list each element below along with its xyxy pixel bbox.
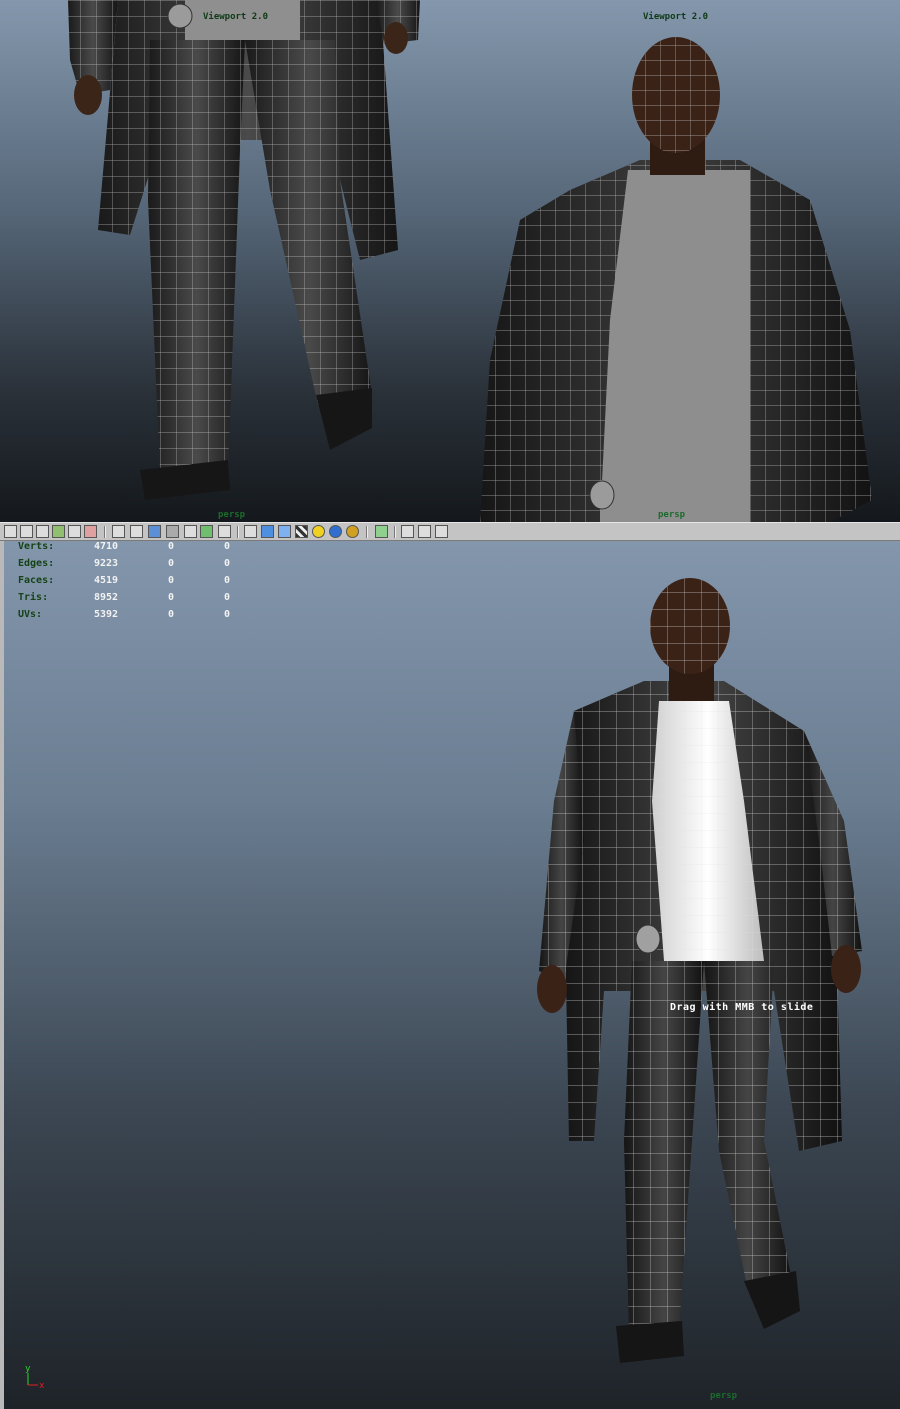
hud-label: Faces:: [18, 575, 55, 586]
hud-label: Tris:: [18, 592, 49, 603]
viewport-left[interactable]: Viewport 2.0 persp: [0, 0, 450, 522]
camera-name-label: persp: [658, 510, 686, 520]
select-camera-icon[interactable]: [4, 525, 17, 538]
character-upper-body-render: [480, 37, 872, 522]
hud-label: Verts:: [18, 541, 55, 552]
viewport-panel-toolbar: [0, 522, 900, 541]
use-lights-icon[interactable]: [200, 525, 213, 538]
hud-value-selected: 0: [168, 558, 175, 569]
hud-value-component: 0: [224, 558, 231, 569]
smooth-shade-icon[interactable]: [130, 525, 143, 538]
isolate-icon[interactable]: [244, 525, 257, 538]
two-pane-icon[interactable]: [401, 525, 414, 538]
checker-icon[interactable]: [295, 525, 308, 538]
toolbar-separator: [104, 526, 106, 538]
grid-icon[interactable]: [68, 525, 81, 538]
hud-value-component: 0: [224, 575, 231, 586]
hud-value-selected: 0: [168, 575, 175, 586]
share-icon[interactable]: [435, 525, 448, 538]
hud-value-component: 0: [224, 541, 231, 552]
image-plane-icon[interactable]: [52, 525, 65, 538]
ambient-occlusion-icon[interactable]: [346, 525, 359, 538]
viewport-renderer-label: Viewport 2.0: [643, 12, 709, 22]
four-pane-icon[interactable]: [418, 525, 431, 538]
hud-value-component: 0: [224, 609, 231, 620]
top-viewport-area: Viewport 2.0 persp Viewport 2.0 persp: [0, 0, 900, 522]
bookmark-icon[interactable]: [36, 525, 49, 538]
hud-value-selected: 0: [168, 609, 175, 620]
character-full-body-render: [537, 578, 862, 1363]
hud-value-object: 8952: [94, 592, 119, 603]
hud-value-object: 9223: [94, 558, 119, 569]
camera-attributes-icon[interactable]: [20, 525, 33, 538]
shadow-sphere-icon[interactable]: [329, 525, 342, 538]
cube-blue-icon[interactable]: [261, 525, 274, 538]
default-light-icon[interactable]: [312, 525, 325, 538]
select-region-icon[interactable]: [375, 525, 388, 538]
camera-name-label: persp: [710, 1391, 738, 1401]
toolbar-separator: [394, 526, 396, 538]
hud-value-selected: 0: [168, 592, 175, 603]
xray-icon[interactable]: [184, 525, 197, 538]
flat-shade-icon[interactable]: [166, 525, 179, 538]
hud-value-component: 0: [224, 592, 231, 603]
shade-all-icon[interactable]: [148, 525, 161, 538]
drag-hint-text: Drag with MMB to slide: [670, 1002, 814, 1013]
hud-value-object: 4519: [94, 575, 119, 586]
xform-icon[interactable]: [84, 525, 97, 538]
hud-value-object: 4710: [94, 541, 119, 552]
viewport-renderer-label: Viewport 2.0: [203, 12, 269, 22]
viewport-main[interactable]: Verts: 4710 0 0 Edges: 9223 0 0 Faces: 4…: [0, 541, 900, 1409]
hud-value-selected: 0: [168, 541, 175, 552]
textured-icon[interactable]: [218, 525, 231, 538]
camera-name-label: persp: [218, 510, 246, 520]
viewport-right[interactable]: Viewport 2.0 persp: [450, 0, 900, 522]
toolbar-separator: [366, 526, 368, 538]
cube-lattice-icon[interactable]: [278, 525, 291, 538]
y-axis-label: y: [25, 1364, 31, 1374]
wireframe-icon[interactable]: [112, 525, 125, 538]
hud-value-object: 5392: [94, 609, 119, 620]
hud-label: UVs:: [18, 609, 43, 620]
hud-label: Edges:: [18, 558, 55, 569]
view-axis-gizmo: y x: [25, 1364, 45, 1391]
character-lower-body-render: [68, 0, 420, 500]
x-axis-label: x: [39, 1381, 45, 1391]
toolbar-separator: [237, 526, 239, 538]
